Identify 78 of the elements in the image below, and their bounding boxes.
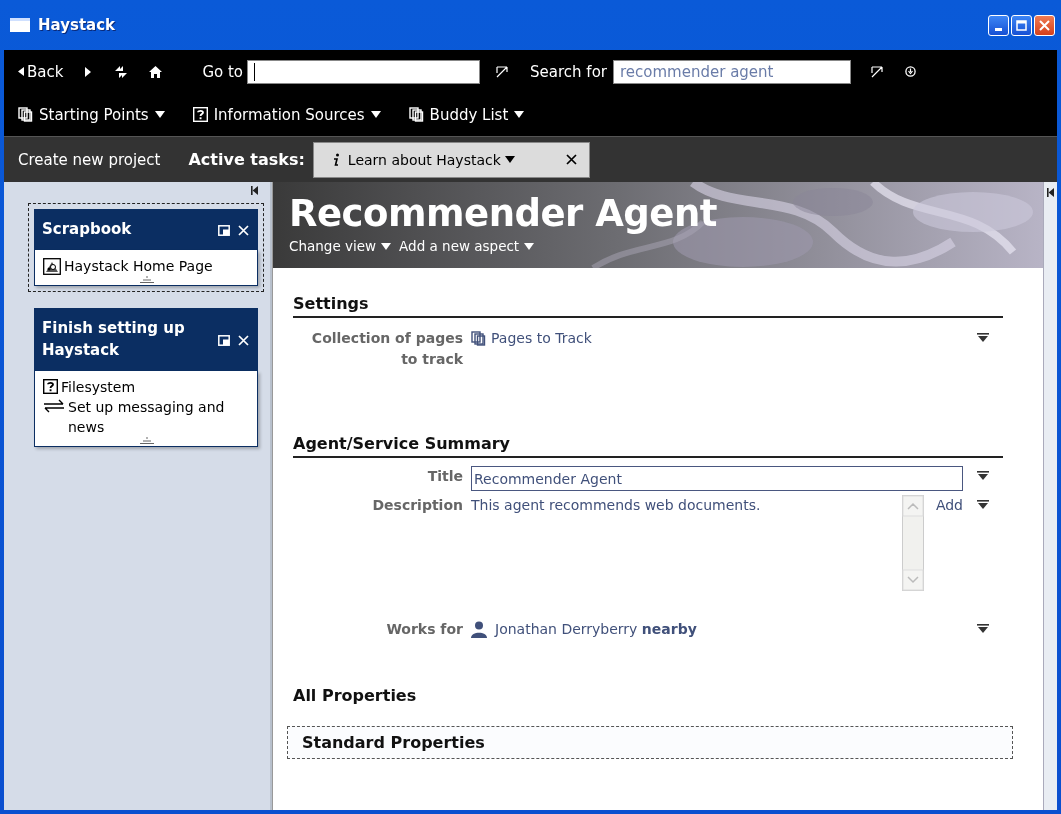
maximize-icon (1016, 19, 1027, 31)
action-menu[interactable]: Add a new aspect (399, 238, 535, 254)
pages-link[interactable]: Pages to Track (471, 328, 592, 349)
pages-icon (471, 331, 486, 346)
search-label: Search for (530, 62, 607, 81)
close-icon[interactable] (238, 335, 249, 346)
caret-icon (381, 242, 392, 250)
person-link[interactable]: Jonathan Derryberry nearby (495, 619, 697, 640)
pages-icon (18, 107, 33, 122)
property-label: Description (371, 496, 464, 515)
go-to-field[interactable] (247, 59, 481, 84)
caret-icon (370, 111, 381, 118)
panel-item[interactable]: Set up messaging and news (43, 396, 251, 437)
caret-icon (524, 242, 535, 250)
task-chip[interactable]: Learn about Haystack (312, 141, 590, 178)
caret-icon (154, 111, 165, 118)
description-text[interactable]: This agent recommends web documents. (471, 495, 902, 591)
close-icon (1039, 19, 1050, 31)
info-icon (331, 152, 340, 167)
search-go-icon[interactable] (871, 65, 883, 78)
sidebar-panel[interactable]: Scrapbook Haystack Home Page (28, 203, 264, 292)
minimize-icon (995, 27, 1002, 31)
menu-icon[interactable] (977, 500, 989, 510)
go-icon[interactable] (496, 65, 509, 78)
help-icon (192, 107, 208, 122)
property-label: Works for (385, 620, 464, 639)
close-task-icon[interactable] (565, 154, 577, 165)
panel-item[interactable]: Filesystem (43, 376, 251, 397)
collapse-sidebar-icon[interactable] (251, 186, 258, 195)
options-icon[interactable] (905, 66, 916, 77)
caret-icon (504, 156, 515, 163)
title-field[interactable]: Recommender Agent (471, 466, 963, 491)
create-project-link[interactable]: Create new project (18, 150, 161, 169)
menu-icon[interactable] (977, 624, 989, 634)
restore-icon[interactable] (218, 335, 230, 346)
forward-icon[interactable] (85, 66, 92, 77)
sidebar-panel[interactable]: Finish setting up Haystack Filesystem Set up messaging and news (28, 301, 264, 453)
resize-grip-icon[interactable] (140, 436, 154, 444)
scrollbar[interactable] (901, 495, 924, 591)
refresh-icon[interactable] (113, 64, 130, 79)
close-button[interactable] (1034, 14, 1055, 36)
pages-icon (408, 107, 424, 122)
menu-icon[interactable] (977, 333, 989, 343)
menu-button[interactable]: Starting Points (18, 105, 165, 124)
section-heading: All Properties (293, 685, 418, 707)
section-heading: Standard Properties (302, 733, 485, 752)
section-heading: Agent/Service Summary (293, 430, 1003, 458)
home-icon[interactable] (149, 65, 163, 78)
back-button[interactable]: Back (18, 62, 64, 81)
panel-title: Finish setting up Haystack (42, 317, 186, 361)
panel-title: Scrapbook (42, 219, 133, 240)
help-icon (43, 378, 58, 394)
menu-icon[interactable] (977, 471, 989, 481)
search-field[interactable]: recommender agent (613, 59, 851, 84)
maximize-button[interactable] (1011, 14, 1032, 36)
minimize-button[interactable] (988, 14, 1009, 36)
resize-grip-icon[interactable] (140, 275, 154, 283)
page-title: Recommender Agent (289, 192, 718, 236)
action-menu[interactable]: Change view (289, 238, 392, 254)
panel-item[interactable]: Haystack Home Page (43, 255, 251, 276)
exchange-icon (43, 398, 65, 413)
property-label: Title (426, 467, 464, 486)
menu-button[interactable]: Buddy List (408, 105, 525, 124)
property-label: Collection of pages to track (310, 329, 464, 369)
window-title: Haystack (38, 16, 117, 34)
close-icon[interactable] (238, 225, 249, 237)
active-tasks-label: Active tasks: (188, 150, 305, 169)
add-link[interactable]: Add (935, 495, 963, 516)
menu-button[interactable]: Information Sources (192, 105, 381, 124)
go-to-label: Go to (202, 62, 244, 81)
caret-icon (514, 111, 525, 118)
window-icon (10, 18, 30, 32)
section-heading: Settings (293, 290, 1003, 318)
back-arrow-icon (18, 67, 24, 76)
web-page-icon (43, 257, 61, 275)
person-icon (471, 621, 487, 638)
collapse-right-icon[interactable] (1047, 188, 1054, 197)
restore-icon[interactable] (218, 225, 230, 237)
